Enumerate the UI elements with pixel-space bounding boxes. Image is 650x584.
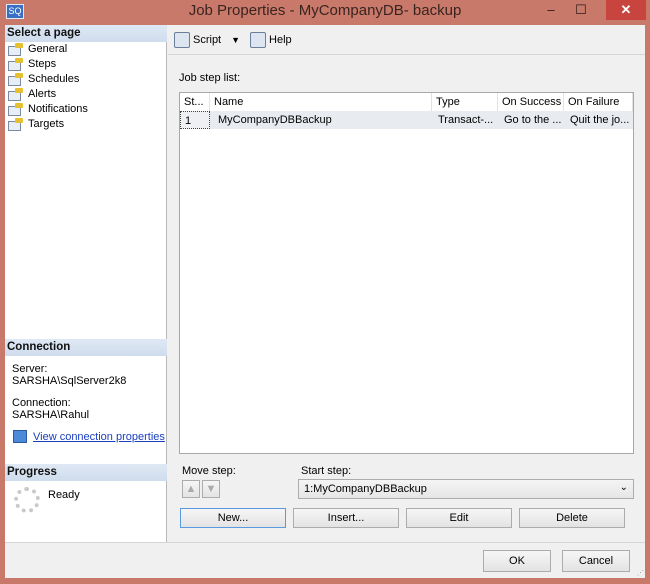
delete-button[interactable]: Delete	[519, 508, 625, 528]
sidebar-item-steps[interactable]: Steps	[8, 56, 56, 71]
minimize-button[interactable]: –	[538, 0, 564, 20]
move-step-label: Move step:	[182, 465, 236, 477]
page-icon	[8, 103, 24, 116]
select-page-header: Select a page	[5, 25, 167, 42]
script-icon	[174, 31, 190, 48]
server-value: SARSHA\SqlServer2k8	[12, 375, 127, 387]
connection-header: Connection	[5, 339, 167, 356]
sidebar-item-schedules[interactable]: Schedules	[8, 71, 79, 86]
cell-type: Transact-...	[438, 114, 494, 126]
sidebar-item-label: Notifications	[28, 102, 88, 115]
page-icon	[8, 58, 24, 71]
sidebar-item-label: General	[28, 42, 68, 55]
chevron-down-icon: ⌄	[619, 482, 628, 493]
help-button[interactable]: Help	[250, 31, 292, 48]
cell-name: MyCompanyDBBackup	[218, 114, 332, 126]
connection-properties-icon	[13, 430, 27, 443]
script-label: Script	[193, 33, 222, 46]
table-row[interactable]: 1 MyCompanyDBBackup Transact-... Go to t…	[180, 111, 633, 129]
column-header-step[interactable]: St...	[180, 93, 210, 111]
sidebar-item-alerts[interactable]: Alerts	[8, 86, 56, 101]
insert-button[interactable]: Insert...	[293, 508, 399, 528]
page-icon	[8, 73, 24, 86]
grid-header: St... Name Type On Success On Failure	[180, 93, 633, 111]
move-up-arrow-icon[interactable]: ▲	[182, 480, 200, 498]
script-button[interactable]: Script	[174, 31, 222, 48]
start-step-label: Start step:	[301, 465, 352, 477]
page-icon	[8, 43, 24, 56]
cell-on-failure: Quit the jo...	[570, 114, 630, 126]
job-step-grid[interactable]: St... Name Type On Success On Failure 1 …	[179, 92, 634, 454]
column-header-type[interactable]: Type	[432, 93, 498, 111]
column-header-on-failure[interactable]: On Failure	[564, 93, 633, 111]
sidebar-item-general[interactable]: General	[8, 41, 67, 56]
help-label: Help	[269, 33, 292, 46]
steps-page: Script ▼ Help Job step list: St... Name …	[168, 25, 645, 542]
sidebar-item-targets[interactable]: Targets	[8, 116, 64, 131]
sidebar-item-label: Targets	[28, 117, 65, 130]
ok-button[interactable]: OK	[483, 550, 551, 572]
help-icon	[250, 31, 267, 48]
edit-button[interactable]: Edit	[406, 508, 512, 528]
column-header-name[interactable]: Name	[210, 93, 432, 111]
dialog-client: Select a page General Steps Schedules Al…	[5, 25, 645, 578]
column-header-on-success[interactable]: On Success	[498, 93, 564, 111]
close-button[interactable]: ✕	[606, 0, 646, 20]
title-bar: SQ Job Properties - MyCompanyDB- backup …	[0, 0, 650, 24]
progress-status: Ready	[48, 489, 80, 501]
page-icon	[8, 118, 24, 131]
left-pane: Select a page General Steps Schedules Al…	[5, 25, 167, 542]
cancel-button[interactable]: Cancel	[562, 550, 630, 572]
connection-value: SARSHA\Rahul	[12, 409, 90, 421]
job-step-list-label: Job step list:	[179, 72, 241, 84]
server-label: Server:	[12, 363, 48, 375]
connection-label: Connection:	[12, 397, 71, 409]
toolbar: Script ▼ Help	[168, 25, 645, 55]
dialog-footer: OK Cancel ⋰	[5, 542, 645, 578]
sidebar-item-label: Alerts	[28, 87, 57, 100]
move-down-arrow-icon[interactable]: ▼	[202, 480, 220, 498]
start-step-value: 1:MyCompanyDBBackup	[304, 483, 427, 495]
resize-grip-icon[interactable]: ⋰	[637, 569, 644, 577]
progress-spinner-icon	[14, 487, 40, 513]
sidebar-item-label: Steps	[28, 57, 57, 70]
start-step-select[interactable]: 1:MyCompanyDBBackup ⌄	[298, 479, 634, 499]
cell-on-success: Go to the ...	[504, 114, 562, 126]
maximize-button[interactable]: ☐	[568, 0, 594, 20]
script-dropdown-arrow-icon[interactable]: ▼	[231, 35, 240, 45]
view-connection-properties-link[interactable]: View connection properties	[33, 431, 165, 443]
new-button[interactable]: New...	[180, 508, 286, 528]
progress-header: Progress	[5, 464, 167, 481]
cell-step: 1	[180, 111, 210, 129]
sidebar-item-notifications[interactable]: Notifications	[8, 101, 88, 116]
page-icon	[8, 88, 24, 101]
sidebar-item-label: Schedules	[28, 72, 80, 85]
